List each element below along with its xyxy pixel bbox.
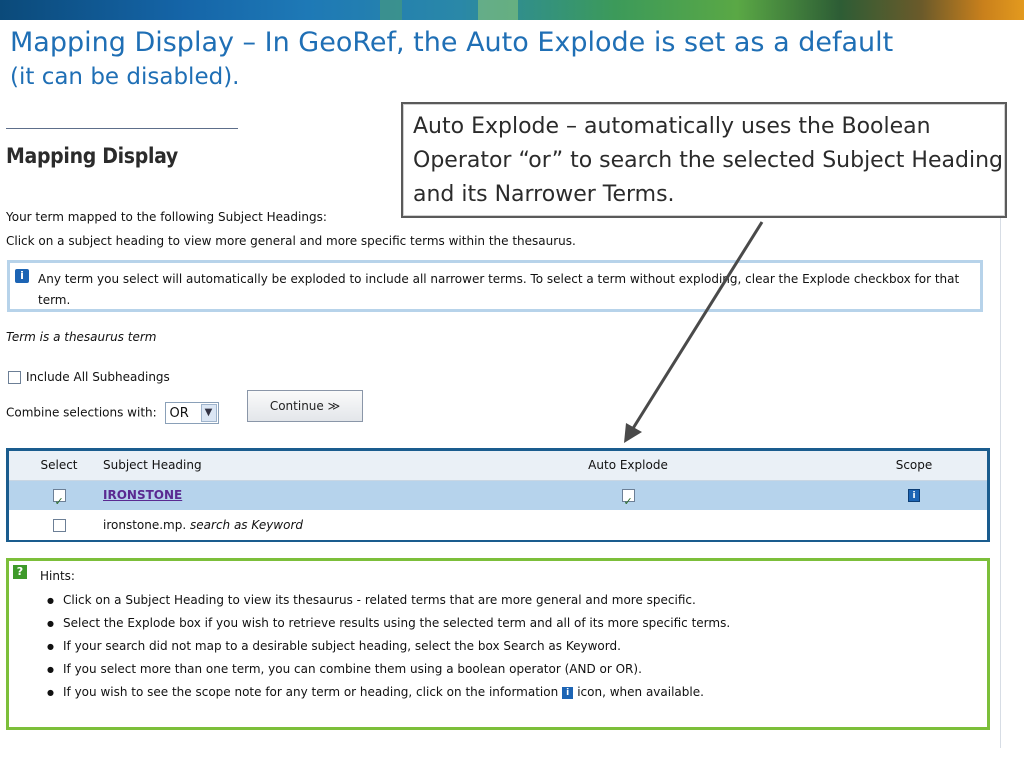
hint-text: If you wish to see the scope note for an… [63,685,559,699]
callout-text: Auto Explode – automatically uses the Bo… [413,114,1003,207]
info-icon[interactable]: i [908,489,920,502]
select-checkbox[interactable] [52,519,66,532]
include-subheadings-label: Include All Subheadings [26,370,170,384]
table-header: Select Subject Heading Auto Explode Scop… [9,451,987,481]
chevron-down-icon[interactable]: ▼ [200,404,217,422]
list-item: If you select more than one term, you ca… [47,658,730,681]
slide-title-line1: Mapping Display – In GeoRef, the Auto Ex… [10,27,894,58]
header-auto-explode: Auto Explode [588,458,668,472]
hints-box: ? Hints: Click on a Subject Heading to v… [6,558,990,730]
combine-selections: Combine selections with: OR ▼ [6,402,219,424]
info-box: i Any term you select will automatically… [7,260,983,312]
slide-title: Mapping Display – In GeoRef, the Auto Ex… [10,24,1010,92]
include-subheadings[interactable]: Include All Subheadings [8,370,170,384]
subject-cell: ironstone.mp. search as Keyword [103,511,303,540]
callout-box: Auto Explode – automatically uses the Bo… [401,102,1007,218]
hint-text: icon, when available. [577,685,704,699]
keyword-term: ironstone.mp. [103,518,187,532]
header-select: Select [40,458,78,472]
select-cell [39,511,79,540]
search-as-keyword-text: search as Keyword [190,518,304,532]
header-scope: Scope [895,458,933,472]
scope-cell: i [879,481,949,510]
subject-heading-link[interactable]: IRONSTONE [103,488,182,502]
continue-button[interactable]: Continue ≫ [247,390,363,422]
table-row: ironstone.mp. search as Keyword [9,511,987,540]
list-item: Select the Explode box if you wish to re… [47,612,730,635]
operator-select[interactable]: OR ▼ [164,402,219,424]
operator-value: OR [169,406,189,421]
table-row: IRONSTONE i [9,481,987,516]
slide-title-line2: (it can be disabled). [10,64,240,90]
list-item: If your search did not map to a desirabl… [47,635,730,658]
info-text: Any term you select will automatically b… [38,272,960,307]
subject-cell: IRONSTONE [103,481,182,510]
auto-explode-cell [583,481,673,516]
divider [6,128,238,129]
banner-segment [380,0,402,20]
auto-explode-checkbox[interactable] [621,487,635,516]
page-title: Mapping Display [6,144,178,168]
hints-title: Hints: [40,569,75,583]
select-checkbox[interactable] [52,487,66,516]
combine-label: Combine selections with: [6,405,157,420]
header-subject-heading: Subject Heading [103,458,202,472]
help-icon: ? [13,565,27,579]
instruction-text: Click on a subject heading to view more … [6,234,576,248]
info-icon: i [15,269,29,283]
include-subheadings-checkbox[interactable] [8,371,21,384]
mapped-text: Your term mapped to the following Subjec… [6,210,327,224]
select-cell [39,481,79,516]
list-item: If you wish to see the scope note for an… [47,681,730,704]
list-item: Click on a Subject Heading to view its t… [47,589,730,612]
thesaurus-note: Term is a thesaurus term [6,330,157,344]
hints-list: Click on a Subject Heading to view its t… [47,589,730,704]
info-icon: i [562,686,574,699]
subject-heading-table: Select Subject Heading Auto Explode Scop… [6,448,990,542]
banner-segment [478,0,518,20]
decorative-banner [0,0,1024,20]
